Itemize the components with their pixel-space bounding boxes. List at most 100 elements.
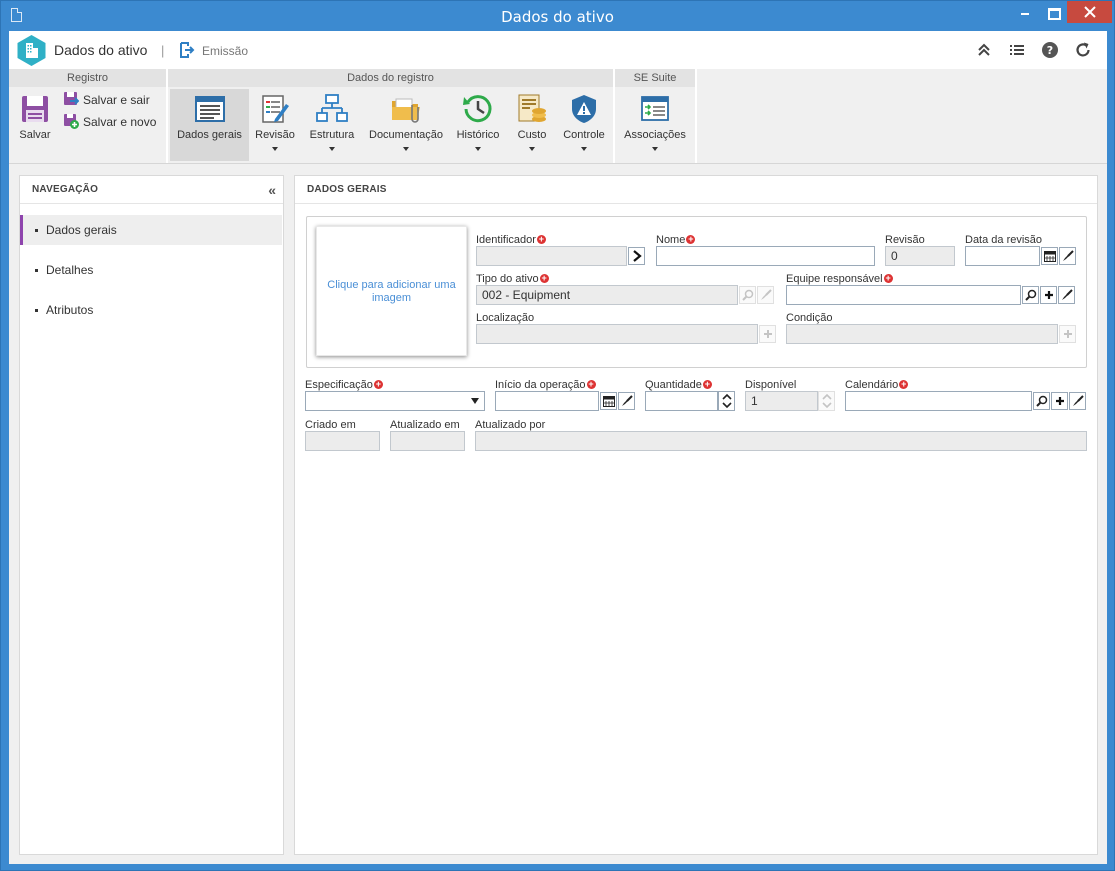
revision-date-field[interactable] <box>965 246 1040 266</box>
cost-button[interactable]: Custo <box>510 89 554 161</box>
location-field[interactable] <box>476 324 758 344</box>
required-icon: + <box>702 379 712 389</box>
collapse-panel-icon[interactable]: « <box>268 182 276 198</box>
page-title: Dados do ativo <box>54 42 148 58</box>
structure-button[interactable]: Estrutura <box>306 89 358 161</box>
spinner-arrows-icon <box>821 393 832 409</box>
calendar-search-button[interactable] <box>1033 392 1050 410</box>
condition-add-button[interactable] <box>1059 325 1076 343</box>
nav-item-attributes[interactable]: Atributos <box>20 295 282 325</box>
nav-item-general-data[interactable]: Dados gerais <box>20 215 282 245</box>
header-separator: | <box>161 43 165 58</box>
eraser-brush-icon <box>1072 395 1084 406</box>
plus-icon <box>1044 291 1053 299</box>
documentation-label: Documentação <box>369 129 443 141</box>
operation-start-calendar-button[interactable] <box>600 392 617 410</box>
bullet-icon <box>35 309 38 312</box>
save-and-exit-button[interactable]: Salvar e sair <box>63 91 163 109</box>
calendar-add-button[interactable] <box>1051 392 1068 410</box>
control-label: Controle <box>563 129 605 141</box>
operation-start-label: Início da operação + <box>495 379 596 391</box>
quantity-label: Quantidade + <box>645 379 712 391</box>
clear-date-button[interactable] <box>1059 247 1076 265</box>
refresh-icon[interactable] <box>1074 41 1092 59</box>
eraser-brush-icon <box>1062 250 1074 261</box>
asset-type-field[interactable]: 002 - Equipment <box>476 285 738 305</box>
operation-start-clear-button[interactable] <box>618 392 635 410</box>
chevron-down-icon <box>329 147 335 151</box>
close-button[interactable] <box>1067 1 1112 23</box>
quantity-field[interactable] <box>645 391 718 411</box>
eraser-brush-icon <box>621 395 633 406</box>
team-clear-button[interactable] <box>1058 286 1075 304</box>
condition-label: Condição <box>786 312 833 324</box>
identifier-label: Identificador + <box>476 234 546 246</box>
image-upload-area[interactable]: Clique para adicionar uma imagem <box>316 226 467 356</box>
dropdown-arrow-icon <box>471 398 479 404</box>
operation-start-field[interactable] <box>495 391 599 411</box>
plus-icon <box>763 330 772 338</box>
documentation-button[interactable]: Documentação <box>365 89 447 161</box>
list-menu-icon[interactable] <box>1008 41 1026 59</box>
required-icon: + <box>536 234 546 244</box>
general-data-panel: DADOS GERAIS Clique para adicionar uma i… <box>294 175 1098 855</box>
general-data-button[interactable]: Dados gerais <box>170 89 249 161</box>
emission-status-icon <box>180 42 195 58</box>
calendar-picker-button[interactable] <box>1041 247 1058 265</box>
bullet-icon <box>35 269 38 272</box>
ribbon-divider <box>695 69 697 163</box>
identifier-field[interactable] <box>476 246 627 266</box>
required-icon: + <box>899 379 909 389</box>
associations-button[interactable]: Associações <box>619 89 691 161</box>
close-icon <box>1083 6 1096 18</box>
nav-item-label: Dados gerais <box>46 223 117 237</box>
general-data-label: Dados gerais <box>177 129 242 141</box>
spinner-arrows-icon <box>721 393 732 409</box>
condition-field[interactable] <box>786 324 1058 344</box>
ribbon-toolbar: Registro Dados do registro SE Suite Salv… <box>9 69 1107 164</box>
search-icon <box>1024 289 1036 301</box>
save-and-new-button[interactable]: Salvar e novo <box>63 113 163 131</box>
shield-warning-icon <box>572 95 596 123</box>
chevron-down-icon <box>475 147 481 151</box>
calendar-field[interactable] <box>845 391 1032 411</box>
quantity-stepper[interactable] <box>718 391 735 411</box>
updated-on-label: Atualizado em <box>390 419 460 431</box>
nav-item-details[interactable]: Detalhes <box>20 255 282 285</box>
name-label: Nome + <box>656 234 696 246</box>
eraser-brush-icon <box>760 289 772 300</box>
calendar-clear-button[interactable] <box>1069 392 1086 410</box>
responsible-team-field[interactable] <box>786 285 1021 305</box>
identifier-next-button[interactable] <box>628 247 645 265</box>
revision-edit-icon <box>262 95 289 123</box>
specification-select[interactable] <box>305 391 485 411</box>
history-button[interactable]: Histórico <box>452 89 504 161</box>
cost-coins-icon <box>518 94 546 122</box>
updated-by-field <box>475 431 1087 451</box>
save-button[interactable]: Salvar <box>13 89 57 161</box>
nav-item-label: Detalhes <box>46 263 94 277</box>
asset-type-search-button[interactable] <box>739 286 756 304</box>
team-add-button[interactable] <box>1040 286 1057 304</box>
asset-type-label: Tipo do ativo + <box>476 273 549 285</box>
help-icon[interactable]: ? <box>1041 41 1059 59</box>
plus-icon <box>1055 397 1064 405</box>
revision-field: 0 <box>885 246 955 266</box>
updated-by-label: Atualizado por <box>475 419 546 431</box>
name-field[interactable] <box>656 246 875 266</box>
revision-date-label: Data da revisão <box>965 234 1043 246</box>
location-add-button[interactable] <box>759 325 776 343</box>
status-label: Emissão <box>202 44 249 58</box>
team-search-button[interactable] <box>1022 286 1039 304</box>
required-icon: + <box>373 379 383 389</box>
calendar-icon <box>602 396 615 407</box>
revision-button[interactable]: Revisão <box>252 89 298 161</box>
image-placeholder-text: Clique para adicionar uma imagem <box>327 279 456 304</box>
minimize-button[interactable] <box>1011 1 1038 23</box>
maximize-button[interactable] <box>1039 1 1066 23</box>
control-button[interactable]: Controle <box>559 89 609 161</box>
chevron-right-icon <box>632 250 642 262</box>
asset-type-clear-button[interactable] <box>757 286 774 304</box>
collapse-up-icon[interactable] <box>975 41 993 59</box>
eraser-brush-icon <box>1061 289 1073 300</box>
